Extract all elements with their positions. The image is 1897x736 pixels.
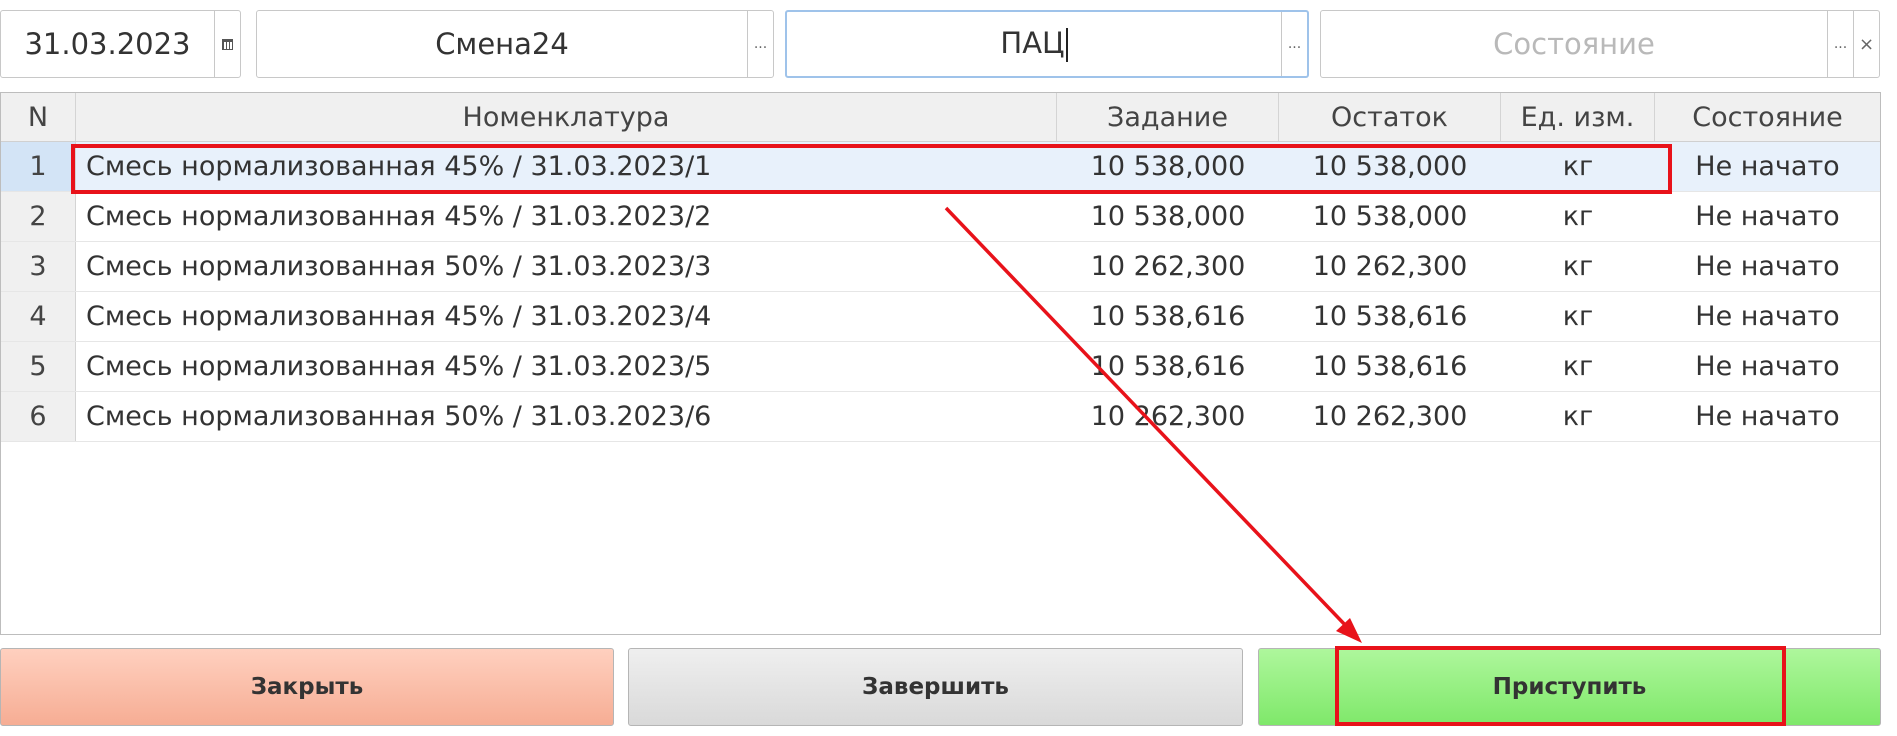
row-number: 3 <box>1 242 76 291</box>
row-task: 10 262,300 <box>1090 401 1246 432</box>
row-task: 10 538,616 <box>1090 351 1246 382</box>
header-rest[interactable]: Остаток <box>1279 93 1501 141</box>
row-nomenclature: Смесь нормализованная 45% / 31.03.2023/1 <box>86 151 712 182</box>
row-number: 2 <box>1 192 76 241</box>
row-unit: кг <box>1562 151 1594 182</box>
table-row[interactable]: 1 Смесь нормализованная 45% / 31.03.2023… <box>1 142 1880 192</box>
text-caret <box>1065 28 1068 62</box>
row-state: Не начато <box>1695 251 1840 282</box>
row-rest: 10 538,616 <box>1312 301 1468 332</box>
row-state: Не начато <box>1695 201 1840 232</box>
row-nomenclature: Смесь нормализованная 45% / 31.03.2023/2 <box>86 201 712 232</box>
row-number: 1 <box>1 142 76 191</box>
header-unit[interactable]: Ед. изм. <box>1501 93 1655 141</box>
row-task: 10 538,000 <box>1090 151 1246 182</box>
row-task: 10 538,000 <box>1090 201 1246 232</box>
shift-field[interactable]: Смена24 ... <box>256 10 774 78</box>
row-nomenclature: Смесь нормализованная 45% / 31.03.2023/5 <box>86 351 712 382</box>
date-value: 31.03.2023 <box>24 27 191 61</box>
line-value: ПАЦ <box>1000 26 1065 60</box>
header-nomenclature[interactable]: Номенклатура <box>76 93 1057 141</box>
row-unit: кг <box>1562 401 1594 432</box>
row-nomenclature: Смесь нормализованная 50% / 31.03.2023/3 <box>86 251 712 282</box>
line-input[interactable]: ПАЦ <box>787 26 1281 62</box>
row-number: 4 <box>1 292 76 341</box>
row-rest: 10 538,000 <box>1312 201 1468 232</box>
row-state: Не начато <box>1695 151 1840 182</box>
finish-button[interactable]: Завершить <box>628 648 1243 726</box>
row-state: Не начато <box>1695 301 1840 332</box>
state-clear-button[interactable]: × <box>1853 11 1879 77</box>
state-field[interactable]: Состояние ... × <box>1320 10 1880 78</box>
row-rest: 10 262,300 <box>1312 251 1468 282</box>
line-field[interactable]: ПАЦ ... <box>785 10 1309 78</box>
row-number: 6 <box>1 392 76 441</box>
header-state[interactable]: Состояние <box>1655 93 1880 141</box>
table-row[interactable]: 5 Смесь нормализованная 45% / 31.03.2023… <box>1 342 1880 392</box>
row-nomenclature: Смесь нормализованная 50% / 31.03.2023/6 <box>86 401 712 432</box>
header-task[interactable]: Задание <box>1057 93 1279 141</box>
table-row[interactable]: 2 Смесь нормализованная 45% / 31.03.2023… <box>1 192 1880 242</box>
calendar-button[interactable] <box>214 11 240 77</box>
calendar-icon <box>222 38 233 50</box>
row-unit: кг <box>1562 251 1594 282</box>
row-rest: 10 538,000 <box>1312 151 1468 182</box>
shift-value: Смена24 <box>435 27 569 61</box>
tasks-grid[interactable]: N Номенклатура Задание Остаток Ед. изм. … <box>0 92 1881 635</box>
table-row[interactable]: 4 Смесь нормализованная 45% / 31.03.2023… <box>1 292 1880 342</box>
row-unit: кг <box>1562 201 1594 232</box>
line-select-button[interactable]: ... <box>1281 12 1307 76</box>
row-state: Не начато <box>1695 351 1840 382</box>
close-button[interactable]: Закрыть <box>0 648 614 726</box>
row-rest: 10 262,300 <box>1312 401 1468 432</box>
header-n[interactable]: N <box>1 93 76 141</box>
row-rest: 10 538,616 <box>1312 351 1468 382</box>
date-field[interactable]: 31.03.2023 <box>0 10 241 78</box>
grid-header: N Номенклатура Задание Остаток Ед. изм. … <box>1 93 1880 142</box>
row-state: Не начато <box>1695 401 1840 432</box>
table-row[interactable]: 3 Смесь нормализованная 50% / 31.03.2023… <box>1 242 1880 292</box>
shift-select-button[interactable]: ... <box>747 11 773 77</box>
table-row[interactable]: 6 Смесь нормализованная 50% / 31.03.2023… <box>1 392 1880 442</box>
state-select-button[interactable]: ... <box>1827 11 1853 77</box>
state-placeholder: Состояние <box>1493 27 1655 61</box>
row-number: 5 <box>1 342 76 391</box>
row-task: 10 262,300 <box>1090 251 1246 282</box>
row-task: 10 538,616 <box>1090 301 1246 332</box>
row-unit: кг <box>1562 351 1594 382</box>
row-nomenclature: Смесь нормализованная 45% / 31.03.2023/4 <box>86 301 712 332</box>
start-button[interactable]: Приступить <box>1258 648 1881 726</box>
row-unit: кг <box>1562 301 1594 332</box>
